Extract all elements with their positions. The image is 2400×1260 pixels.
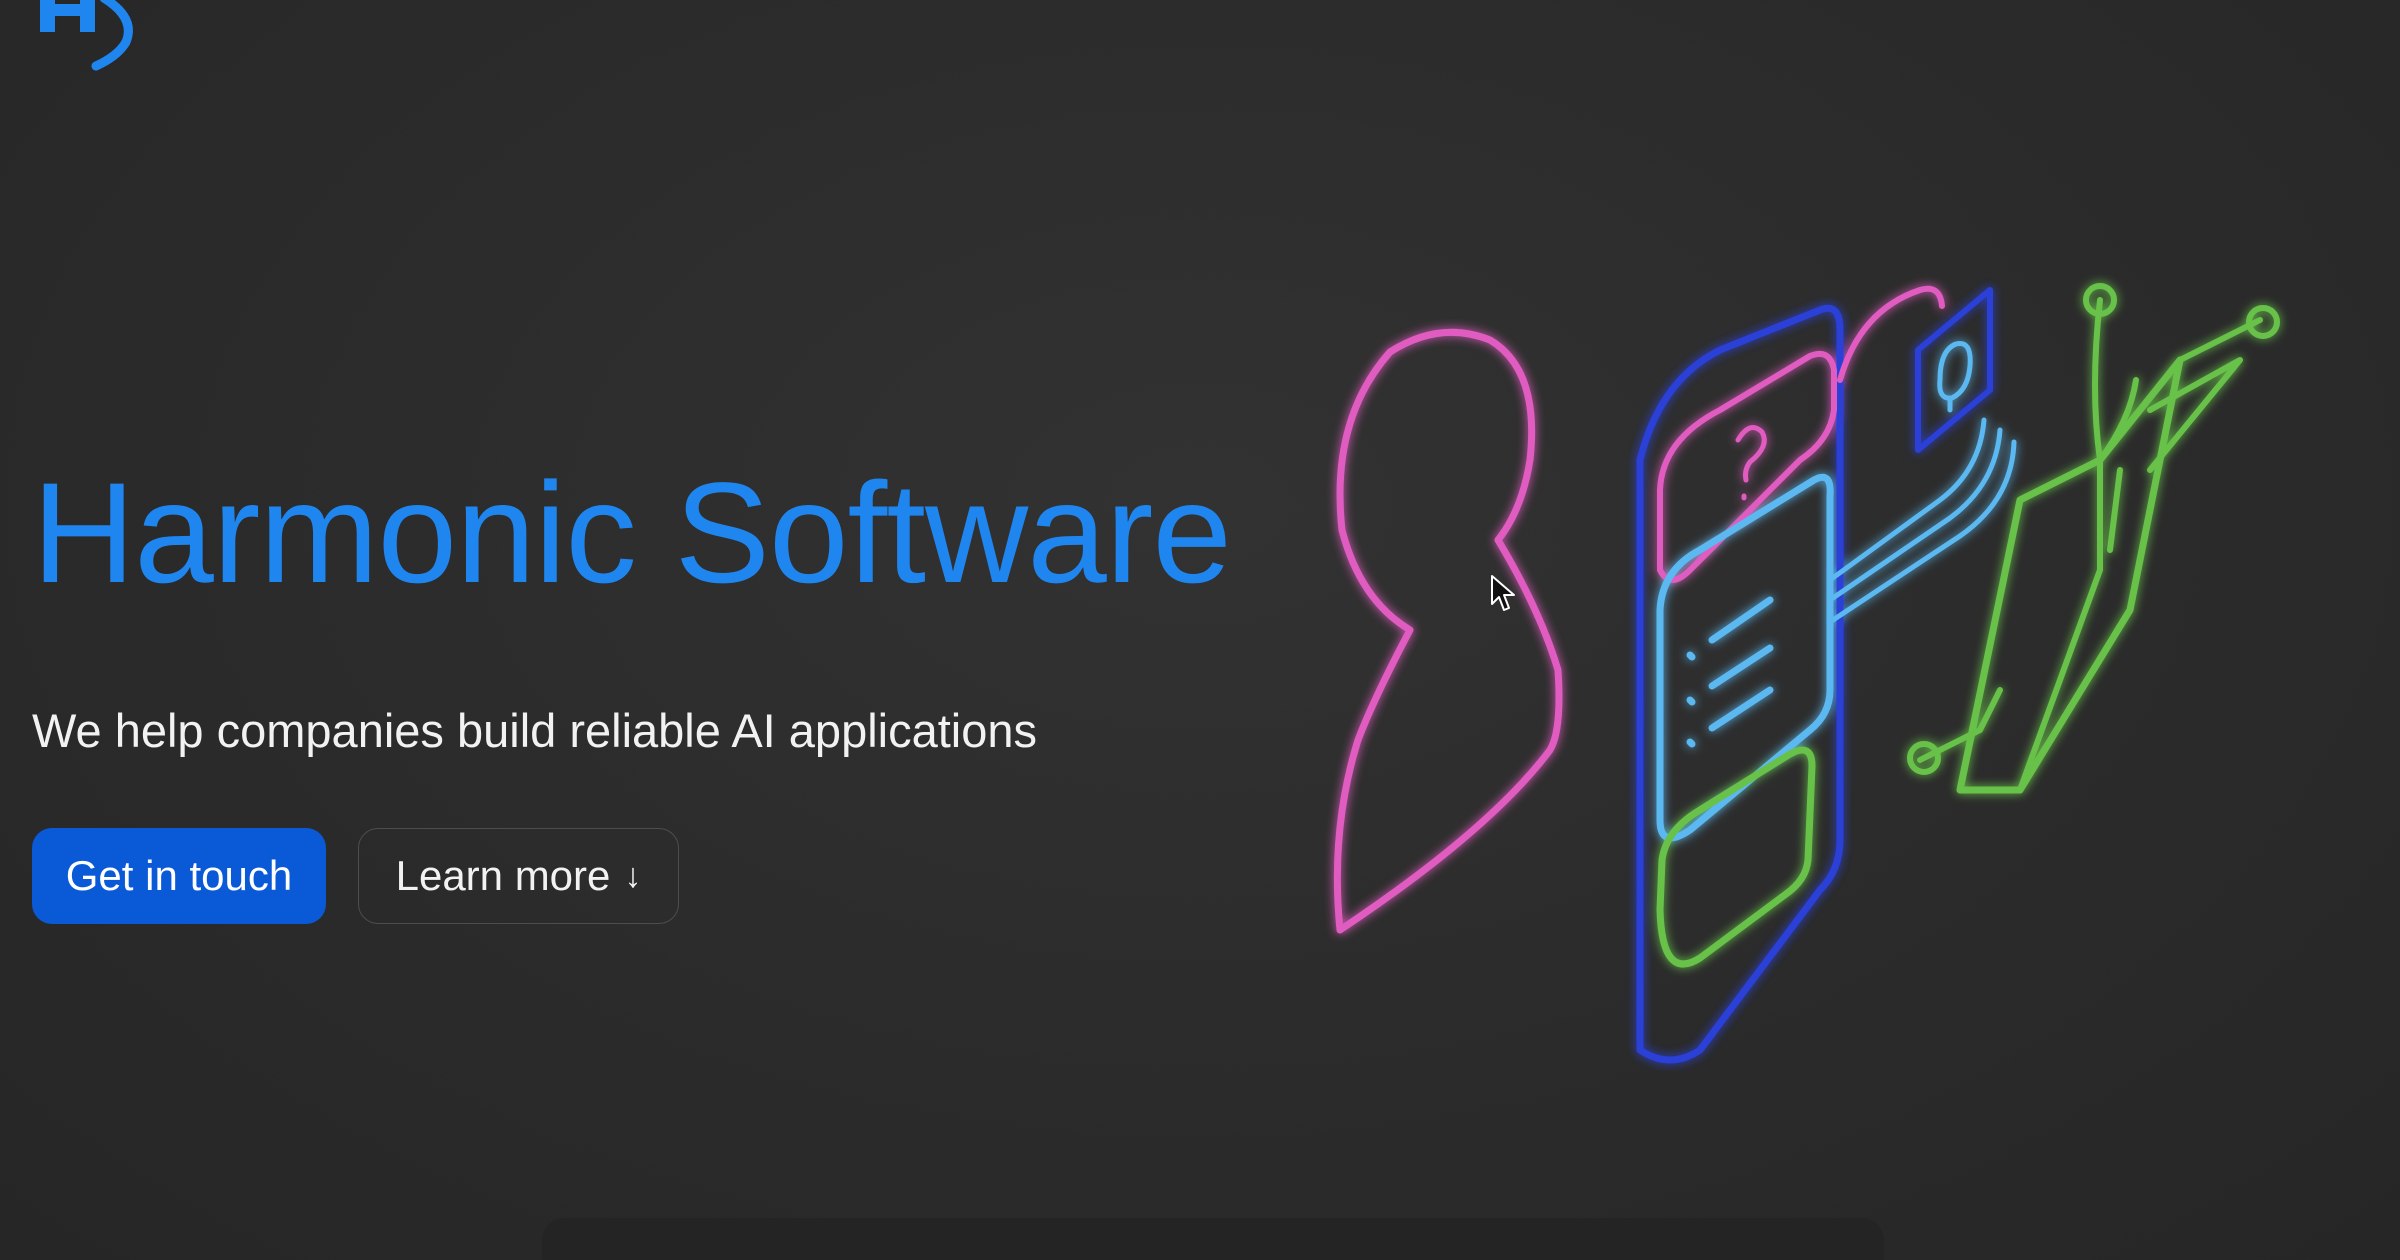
mouse-cursor-icon	[1491, 575, 1515, 611]
learn-more-label: Learn more	[395, 852, 611, 899]
learn-more-button[interactable]: Learn more ↓	[358, 828, 679, 924]
neon-ai-illustration	[1333, 283, 2280, 1064]
hero-title: Harmonic Software	[32, 454, 1232, 613]
arrow-down-icon: ↓	[624, 856, 642, 895]
person-silhouette-icon	[1333, 328, 1563, 934]
get-in-touch-button[interactable]: Get in touch	[32, 828, 326, 924]
badge-icon	[1915, 287, 1993, 453]
phone-outline-icon	[1636, 304, 1844, 1064]
network-mesh-icon	[1956, 356, 2184, 794]
next-section-card	[542, 1218, 1884, 1260]
hero-subtitle: We help companies build reliable AI appl…	[32, 704, 1038, 757]
harmonic-logo-icon[interactable]	[32, 0, 152, 80]
get-in-touch-label: Get in touch	[65, 852, 293, 899]
